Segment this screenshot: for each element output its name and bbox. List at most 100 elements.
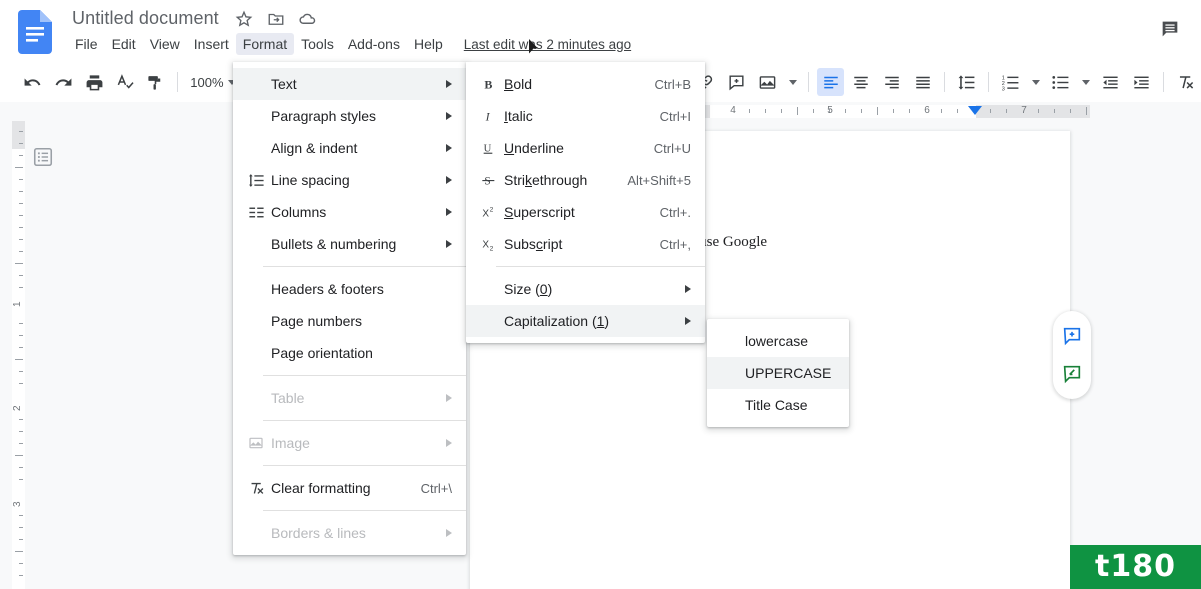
insert-image-button[interactable] [754,68,781,96]
menu-item-shortcut: Ctrl+\ [420,480,452,496]
vertical-ruler[interactable]: 1 2 3 [10,121,26,589]
paint-format-button[interactable] [142,68,169,96]
comment-history-button[interactable] [1153,12,1187,46]
vruler-label-2: 2 [12,405,23,411]
menu-item-uppercase[interactable]: UPPERCASE [707,357,849,389]
menu-item-shortcut: Ctrl+I [659,108,691,124]
menu-insert[interactable]: Insert [187,33,236,55]
menu-item-label: Image [271,435,310,451]
menu-item-label: Align & indent [271,140,358,156]
menu-item-page-numbers[interactable]: Page numbers [233,305,466,337]
align-center-button[interactable] [848,68,875,96]
menu-item-columns[interactable]: Columns [233,196,466,228]
image-options-caret[interactable] [785,68,800,96]
cloud-saved-icon[interactable] [297,8,319,30]
right-indent-marker[interactable] [968,106,982,115]
numbered-list-button[interactable]: 123 [997,68,1024,96]
italic-icon: I [474,108,504,124]
menu-item-label: Headers & footers [271,281,384,297]
menu-help[interactable]: Help [407,33,450,55]
menu-item-italic[interactable]: I Italic Ctrl+I [466,100,705,132]
menu-item-bold[interactable]: B Bold Ctrl+B [466,68,705,100]
menu-item-headers-footers[interactable]: Headers & footers [233,273,466,305]
menu-item-borders-lines: Borders & lines [233,517,466,549]
menu-item-label: Line spacing [271,172,350,188]
google-docs-window: Untitled document File Edit View Insert … [0,0,1201,589]
bulleted-list-caret[interactable] [1078,68,1093,96]
add-comment-button[interactable] [723,68,750,96]
watermark: t180 [1070,545,1201,589]
menu-item-lowercase[interactable]: lowercase [707,325,849,357]
align-right-button[interactable] [879,68,906,96]
menu-item-title-case[interactable]: Title Case [707,389,849,421]
numbered-list-caret[interactable] [1028,68,1043,96]
menu-item-label: Text [271,76,297,92]
increase-indent-button[interactable] [1128,68,1155,96]
watermark-text: t180 [1095,549,1176,584]
decrease-indent-button[interactable] [1097,68,1124,96]
menu-item-strikethrough[interactable]: S Strikethrough Alt+Shift+5 [466,164,705,196]
add-comment-float-button[interactable] [1058,322,1086,350]
menu-item-subscript[interactable]: X2 Subscript Ctrl+, [466,228,705,260]
move-to-folder-icon[interactable] [265,8,287,30]
menu-item-capitalization[interactable]: Capitalization (1) [466,305,705,337]
chevron-right-icon [685,285,691,293]
menu-item-shortcut: Ctrl+. [659,204,691,220]
undo-button[interactable] [19,68,46,96]
zoom-value: 100% [190,74,224,90]
last-edit-link[interactable]: Last edit was 2 minutes ago [464,37,631,52]
menu-format[interactable]: Format [235,33,295,55]
svg-text:S: S [484,176,490,188]
align-justify-button[interactable] [910,68,937,96]
document-title[interactable]: Untitled document [68,6,223,31]
chevron-right-icon [446,208,452,216]
menu-separator [263,420,466,421]
menu-item-clear-formatting[interactable]: Clear formatting Ctrl+\ [233,472,466,504]
menu-item-page-orientation[interactable]: Page orientation [233,337,466,369]
format-dropdown-menu[interactable]: Text Paragraph styles Align & indent Lin… [233,62,466,555]
menu-view[interactable]: View [143,33,187,55]
clear-formatting-icon [241,480,271,497]
capitalization-submenu[interactable]: lowercase UPPERCASE Title Case [707,319,849,427]
menu-item-label: Columns [271,204,327,220]
star-icon[interactable] [233,8,255,30]
menu-separator [263,375,466,376]
menu-tools[interactable]: Tools [294,33,341,55]
vruler-label-3: 3 [12,501,23,507]
menu-item-paragraph-styles[interactable]: Paragraph styles [233,100,466,132]
svg-text:B: B [484,78,492,92]
columns-icon [241,204,271,221]
menu-file[interactable]: File [68,33,105,55]
menu-bar: File Edit View Insert Format Tools Add-o… [68,33,631,55]
clear-formatting-button[interactable] [1172,68,1199,96]
menu-edit[interactable]: Edit [105,33,143,55]
menu-item-label: Clear formatting [271,480,371,496]
subscript-icon: X2 [474,236,504,252]
chevron-right-icon [446,144,452,152]
suggest-edit-float-button[interactable] [1058,360,1086,388]
redo-button[interactable] [50,68,77,96]
menu-item-label: Borders & lines [271,525,366,541]
menu-item-align-indent[interactable]: Align & indent [233,132,466,164]
spellcheck-button[interactable] [112,68,139,96]
chevron-right-icon [446,529,452,537]
menu-addons[interactable]: Add-ons [341,33,407,55]
line-spacing-button[interactable] [953,68,980,96]
menu-item-label: Table [271,390,305,406]
bulleted-list-button[interactable] [1047,68,1074,96]
print-button[interactable] [81,68,108,96]
menu-item-label: Subscript [504,236,563,252]
menu-item-size[interactable]: Size (0) [466,273,705,305]
menu-item-line-spacing[interactable]: Line spacing [233,164,466,196]
bold-icon: B [474,76,504,92]
menu-item-text[interactable]: Text [233,68,466,100]
align-left-button[interactable] [817,68,845,96]
text-submenu[interactable]: B Bold Ctrl+B I Italic Ctrl+I U Underlin… [466,62,705,343]
document-outline-icon[interactable] [30,144,56,170]
menu-item-label: Bold [504,76,533,92]
menu-item-superscript[interactable]: X2 Superscript Ctrl+. [466,196,705,228]
app-header: Untitled document File Edit View Insert … [0,0,1201,62]
menu-item-underline[interactable]: U Underline Ctrl+U [466,132,705,164]
menu-item-bullets-numbering[interactable]: Bullets & numbering [233,228,466,260]
menu-separator [263,465,466,466]
